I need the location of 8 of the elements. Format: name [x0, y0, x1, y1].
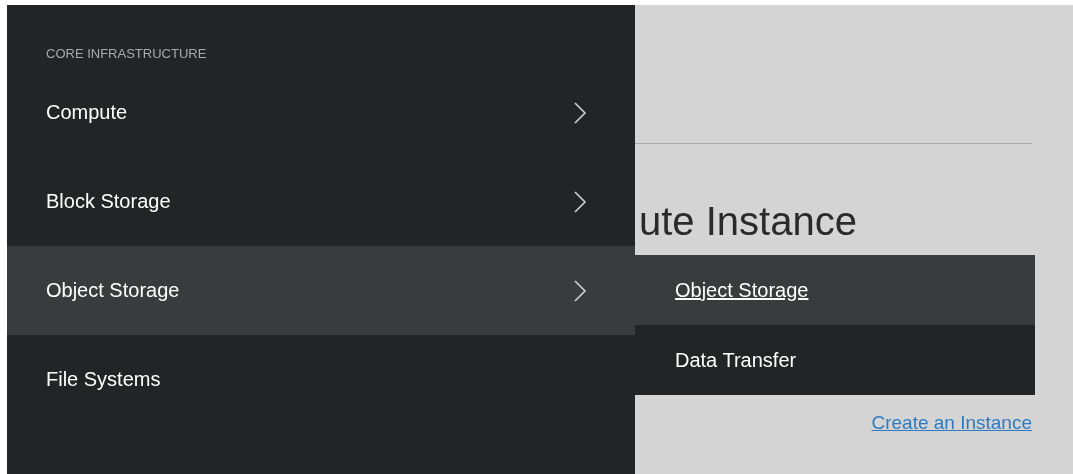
submenu-item[interactable]: Data Transfer	[635, 325, 1035, 395]
menu-item[interactable]: Compute	[7, 68, 635, 157]
menu-item[interactable]: File Systems	[7, 335, 635, 424]
menu-item[interactable]: Block Storage	[7, 157, 635, 246]
section-title: CORE INFRASTRUCTURE	[45, 45, 208, 63]
submenu-item[interactable]: Object Storage	[635, 255, 1035, 325]
page-heading: ute Instance	[639, 198, 858, 245]
menu-item[interactable]: Object Storage	[7, 246, 635, 335]
